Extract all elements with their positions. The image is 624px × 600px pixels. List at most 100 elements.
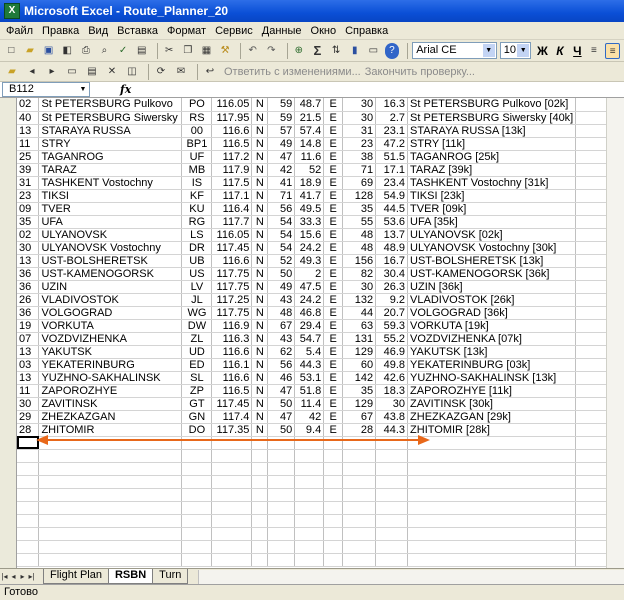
end-review-link[interactable]: Закончить проверку... <box>365 66 475 78</box>
lon-min-cell[interactable]: 54.9 <box>375 189 409 203</box>
lon-hemisphere-cell[interactable]: E <box>323 319 344 333</box>
label-cell[interactable]: VLADIVOSTOK [26k] <box>407 293 577 307</box>
empty-cell[interactable] <box>294 462 325 476</box>
empty-cell[interactable] <box>407 501 577 515</box>
lon-hemisphere-cell[interactable]: E <box>323 254 344 268</box>
hyperlink-icon[interactable]: ⊕ <box>292 43 307 59</box>
station-name-cell[interactable]: TIKSI <box>38 189 183 203</box>
font-name-select[interactable]: Arial CE ▼ <box>412 42 497 59</box>
copy-icon[interactable]: ❐ <box>181 43 196 59</box>
empty-cell[interactable] <box>211 540 253 554</box>
underline-button[interactable]: Ч <box>569 42 585 60</box>
lon-hemisphere-cell[interactable]: E <box>323 423 344 437</box>
lon-hemisphere-cell[interactable]: E <box>323 150 344 164</box>
empty-cell[interactable] <box>267 527 296 541</box>
frequency-cell[interactable]: 117.2 <box>211 150 253 164</box>
empty-cell[interactable] <box>251 462 269 476</box>
ident-cell[interactable]: SL <box>181 371 213 385</box>
lon-hemisphere-cell[interactable]: E <box>323 345 344 359</box>
frequency-cell[interactable]: 116.9 <box>211 319 253 333</box>
empty-cell[interactable] <box>211 475 253 489</box>
lat-hemisphere-cell[interactable]: N <box>251 332 269 346</box>
empty-cell[interactable] <box>181 488 213 502</box>
channel-cell[interactable]: 19 <box>17 319 40 333</box>
station-name-cell[interactable]: YAKUTSK <box>38 345 183 359</box>
vertical-scrollbar[interactable] <box>606 98 624 568</box>
lat-min-cell[interactable]: 41.7 <box>294 189 325 203</box>
lon-hemisphere-cell[interactable]: E <box>323 215 344 229</box>
reply-with-changes-link[interactable]: Ответить с изменениями... <box>224 66 361 78</box>
lat-hemisphere-cell[interactable]: N <box>251 423 269 437</box>
data-grid[interactable]: 02 St PETERSBURG Pulkovo PO 116.05 N 59 48.7 E 3… <box>17 98 624 567</box>
lon-deg-cell[interactable]: 129 <box>342 345 377 359</box>
lat-hemisphere-cell[interactable]: N <box>251 163 269 177</box>
lon-min-cell[interactable]: 59.3 <box>375 319 409 333</box>
lon-hemisphere-cell[interactable]: E <box>323 189 344 203</box>
menu-file[interactable]: Файл <box>6 25 33 37</box>
empty-cell[interactable] <box>323 449 344 463</box>
empty-cell[interactable] <box>407 488 577 502</box>
lon-deg-cell[interactable]: 23 <box>342 137 377 151</box>
ident-cell[interactable]: UB <box>181 254 213 268</box>
lat-min-cell[interactable]: 9.4 <box>294 423 325 437</box>
empty-cell[interactable] <box>323 462 344 476</box>
label-cell[interactable]: ULYANOVSK Vostochny [30k] <box>407 241 577 255</box>
lat-deg-cell[interactable]: 50 <box>267 397 296 411</box>
empty-cell[interactable] <box>251 475 269 489</box>
empty-cell[interactable] <box>211 436 253 450</box>
empty-cell[interactable] <box>294 501 325 515</box>
lat-deg-cell[interactable]: 59 <box>267 111 296 125</box>
label-cell[interactable]: St PETERSBURG Pulkovo [02k] <box>407 98 577 112</box>
empty-cell[interactable] <box>375 449 409 463</box>
lat-min-cell[interactable]: 15.6 <box>294 228 325 242</box>
station-name-cell[interactable]: VORKUTA <box>38 319 183 333</box>
empty-cell[interactable] <box>375 540 409 554</box>
station-name-cell[interactable]: ULYANOVSK Vostochny <box>38 241 183 255</box>
empty-cell[interactable] <box>38 488 183 502</box>
channel-cell[interactable]: 09 <box>17 202 40 216</box>
lon-min-cell[interactable]: 30.4 <box>375 267 409 281</box>
empty-cell[interactable] <box>17 488 40 502</box>
lon-min-cell[interactable]: 26.3 <box>375 280 409 294</box>
empty-cell[interactable] <box>181 436 213 450</box>
frequency-cell[interactable]: 117.45 <box>211 397 253 411</box>
lon-min-cell[interactable]: 30 <box>375 397 409 411</box>
ident-cell[interactable]: US <box>181 267 213 281</box>
empty-cell[interactable] <box>375 514 409 528</box>
empty-cell[interactable] <box>407 436 577 450</box>
ident-cell[interactable]: ZP <box>181 384 213 398</box>
ident-cell[interactable]: BP1 <box>181 137 213 151</box>
label-cell[interactable]: TASHKENT Vostochny [31k] <box>407 176 577 190</box>
lat-hemisphere-cell[interactable]: N <box>251 358 269 372</box>
label-cell[interactable]: ZHITOMIR [28k] <box>407 423 577 437</box>
empty-cell[interactable] <box>17 540 40 554</box>
lon-hemisphere-cell[interactable]: E <box>323 384 344 398</box>
lat-hemisphere-cell[interactable]: N <box>251 267 269 281</box>
frequency-cell[interactable]: 116.6 <box>211 345 253 359</box>
empty-cell[interactable] <box>323 540 344 554</box>
ident-cell[interactable]: 00 <box>181 124 213 138</box>
menu-format[interactable]: Формат <box>167 25 206 37</box>
lat-hemisphere-cell[interactable]: N <box>251 306 269 320</box>
new-file-icon[interactable]: □ <box>4 43 19 59</box>
station-name-cell[interactable]: TARAZ <box>38 163 183 177</box>
empty-cell[interactable] <box>375 475 409 489</box>
zoom-icon[interactable]: ▭ <box>366 43 381 59</box>
lon-hemisphere-cell[interactable]: E <box>323 163 344 177</box>
lat-deg-cell[interactable]: 41 <box>267 176 296 190</box>
empty-cell[interactable] <box>375 436 409 450</box>
lat-hemisphere-cell[interactable]: N <box>251 228 269 242</box>
empty-cell[interactable] <box>375 501 409 515</box>
empty-cell[interactable] <box>17 475 40 489</box>
empty-cell[interactable] <box>17 501 40 515</box>
lat-deg-cell[interactable]: 48 <box>267 306 296 320</box>
show-comment-icon[interactable]: ▭ <box>64 64 80 80</box>
lon-deg-cell[interactable]: 28 <box>342 423 377 437</box>
empty-cell[interactable] <box>323 514 344 528</box>
ident-cell[interactable]: MB <box>181 163 213 177</box>
label-cell[interactable]: UZIN [36k] <box>407 280 577 294</box>
empty-cell[interactable] <box>181 475 213 489</box>
empty-cell[interactable] <box>38 527 183 541</box>
tab-rsbn[interactable]: RSBN <box>107 569 154 584</box>
lat-hemisphere-cell[interactable]: N <box>251 150 269 164</box>
